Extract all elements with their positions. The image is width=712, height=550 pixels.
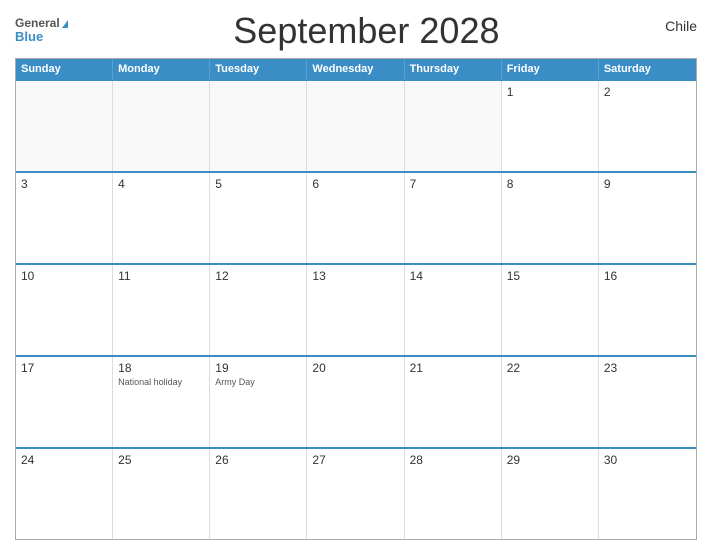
day-number: 2 <box>604 85 691 99</box>
header-sunday: Sunday <box>16 59 113 79</box>
day-number: 20 <box>312 361 398 375</box>
cal-cell <box>210 81 307 171</box>
cal-cell: 15 <box>502 265 599 355</box>
holiday-label: National holiday <box>118 377 204 387</box>
cal-cell: 9 <box>599 173 696 263</box>
day-number: 1 <box>507 85 593 99</box>
calendar-header-row: Sunday Monday Tuesday Wednesday Thursday… <box>16 59 696 79</box>
day-number: 21 <box>410 361 496 375</box>
calendar-week-2: 3456789 <box>16 171 696 263</box>
day-number: 23 <box>604 361 691 375</box>
header-wednesday: Wednesday <box>307 59 404 79</box>
page-header: General Blue September 2028 Chile <box>15 10 697 52</box>
day-number: 10 <box>21 269 107 283</box>
cal-cell: 26 <box>210 449 307 539</box>
month-title: September 2028 <box>68 10 665 52</box>
calendar-week-5: 24 25 26 27 28 29 30 <box>16 447 696 539</box>
day-number: 17 <box>21 361 107 375</box>
cal-cell: 21 <box>405 357 502 447</box>
cal-cell: 30 <box>599 449 696 539</box>
cal-cell: 7 <box>405 173 502 263</box>
calendar-week-3: 10 11 12 13 14 15 16 <box>16 263 696 355</box>
day-number: 4 <box>118 177 204 191</box>
day-number: 25 <box>118 453 204 467</box>
cal-cell: 24 <box>16 449 113 539</box>
header-thursday: Thursday <box>405 59 502 79</box>
cal-cell: 11 <box>113 265 210 355</box>
cal-cell: 23 <box>599 357 696 447</box>
cal-cell: 13 <box>307 265 404 355</box>
cal-cell: 14 <box>405 265 502 355</box>
day-number: 22 <box>507 361 593 375</box>
day-number: 27 <box>312 453 398 467</box>
day-number: 11 <box>118 269 204 283</box>
day-number: 3 <box>21 177 107 191</box>
day-number: 14 <box>410 269 496 283</box>
day-number: 18 <box>118 361 204 375</box>
cal-cell: 4 <box>113 173 210 263</box>
cal-cell: 1 <box>502 81 599 171</box>
cal-cell <box>113 81 210 171</box>
day-number: 12 <box>215 269 301 283</box>
cal-cell: 12 <box>210 265 307 355</box>
cal-cell: 29 <box>502 449 599 539</box>
logo: General Blue <box>15 17 68 44</box>
cal-cell: 18 National holiday <box>113 357 210 447</box>
holiday-label: Army Day <box>215 377 301 387</box>
day-number: 28 <box>410 453 496 467</box>
cal-cell: 2 <box>599 81 696 171</box>
cal-cell: 20 <box>307 357 404 447</box>
cal-cell: 25 <box>113 449 210 539</box>
cal-cell <box>16 81 113 171</box>
cal-cell: 22 <box>502 357 599 447</box>
logo-blue-text: Blue <box>15 30 68 44</box>
header-saturday: Saturday <box>599 59 696 79</box>
header-tuesday: Tuesday <box>210 59 307 79</box>
calendar-page: General Blue September 2028 Chile Sunday… <box>0 0 712 550</box>
header-monday: Monday <box>113 59 210 79</box>
cal-cell: 3 <box>16 173 113 263</box>
country-label: Chile <box>665 18 697 34</box>
day-number: 29 <box>507 453 593 467</box>
day-number: 9 <box>604 177 691 191</box>
header-friday: Friday <box>502 59 599 79</box>
day-number: 6 <box>312 177 398 191</box>
cal-cell: 28 <box>405 449 502 539</box>
cal-cell: 17 <box>16 357 113 447</box>
day-number: 8 <box>507 177 593 191</box>
cal-cell: 5 <box>210 173 307 263</box>
calendar-body: 123456789101112131415161718National holi… <box>16 79 696 539</box>
calendar-week-1: 12 <box>16 79 696 171</box>
day-number: 30 <box>604 453 691 467</box>
cal-cell: 19 Army Day <box>210 357 307 447</box>
day-number: 26 <box>215 453 301 467</box>
cal-cell: 8 <box>502 173 599 263</box>
cal-cell <box>307 81 404 171</box>
day-number: 15 <box>507 269 593 283</box>
cal-cell <box>405 81 502 171</box>
calendar-week-4: 17 18 National holiday 19 Army Day 20 21 22 23 <box>16 355 696 447</box>
cal-cell: 6 <box>307 173 404 263</box>
day-number: 24 <box>21 453 107 467</box>
cal-cell: 10 <box>16 265 113 355</box>
day-number: 5 <box>215 177 301 191</box>
calendar-grid: Sunday Monday Tuesday Wednesday Thursday… <box>15 58 697 540</box>
day-number: 16 <box>604 269 691 283</box>
day-number: 13 <box>312 269 398 283</box>
cal-cell: 16 <box>599 265 696 355</box>
day-number: 7 <box>410 177 496 191</box>
day-number: 19 <box>215 361 301 375</box>
cal-cell: 27 <box>307 449 404 539</box>
